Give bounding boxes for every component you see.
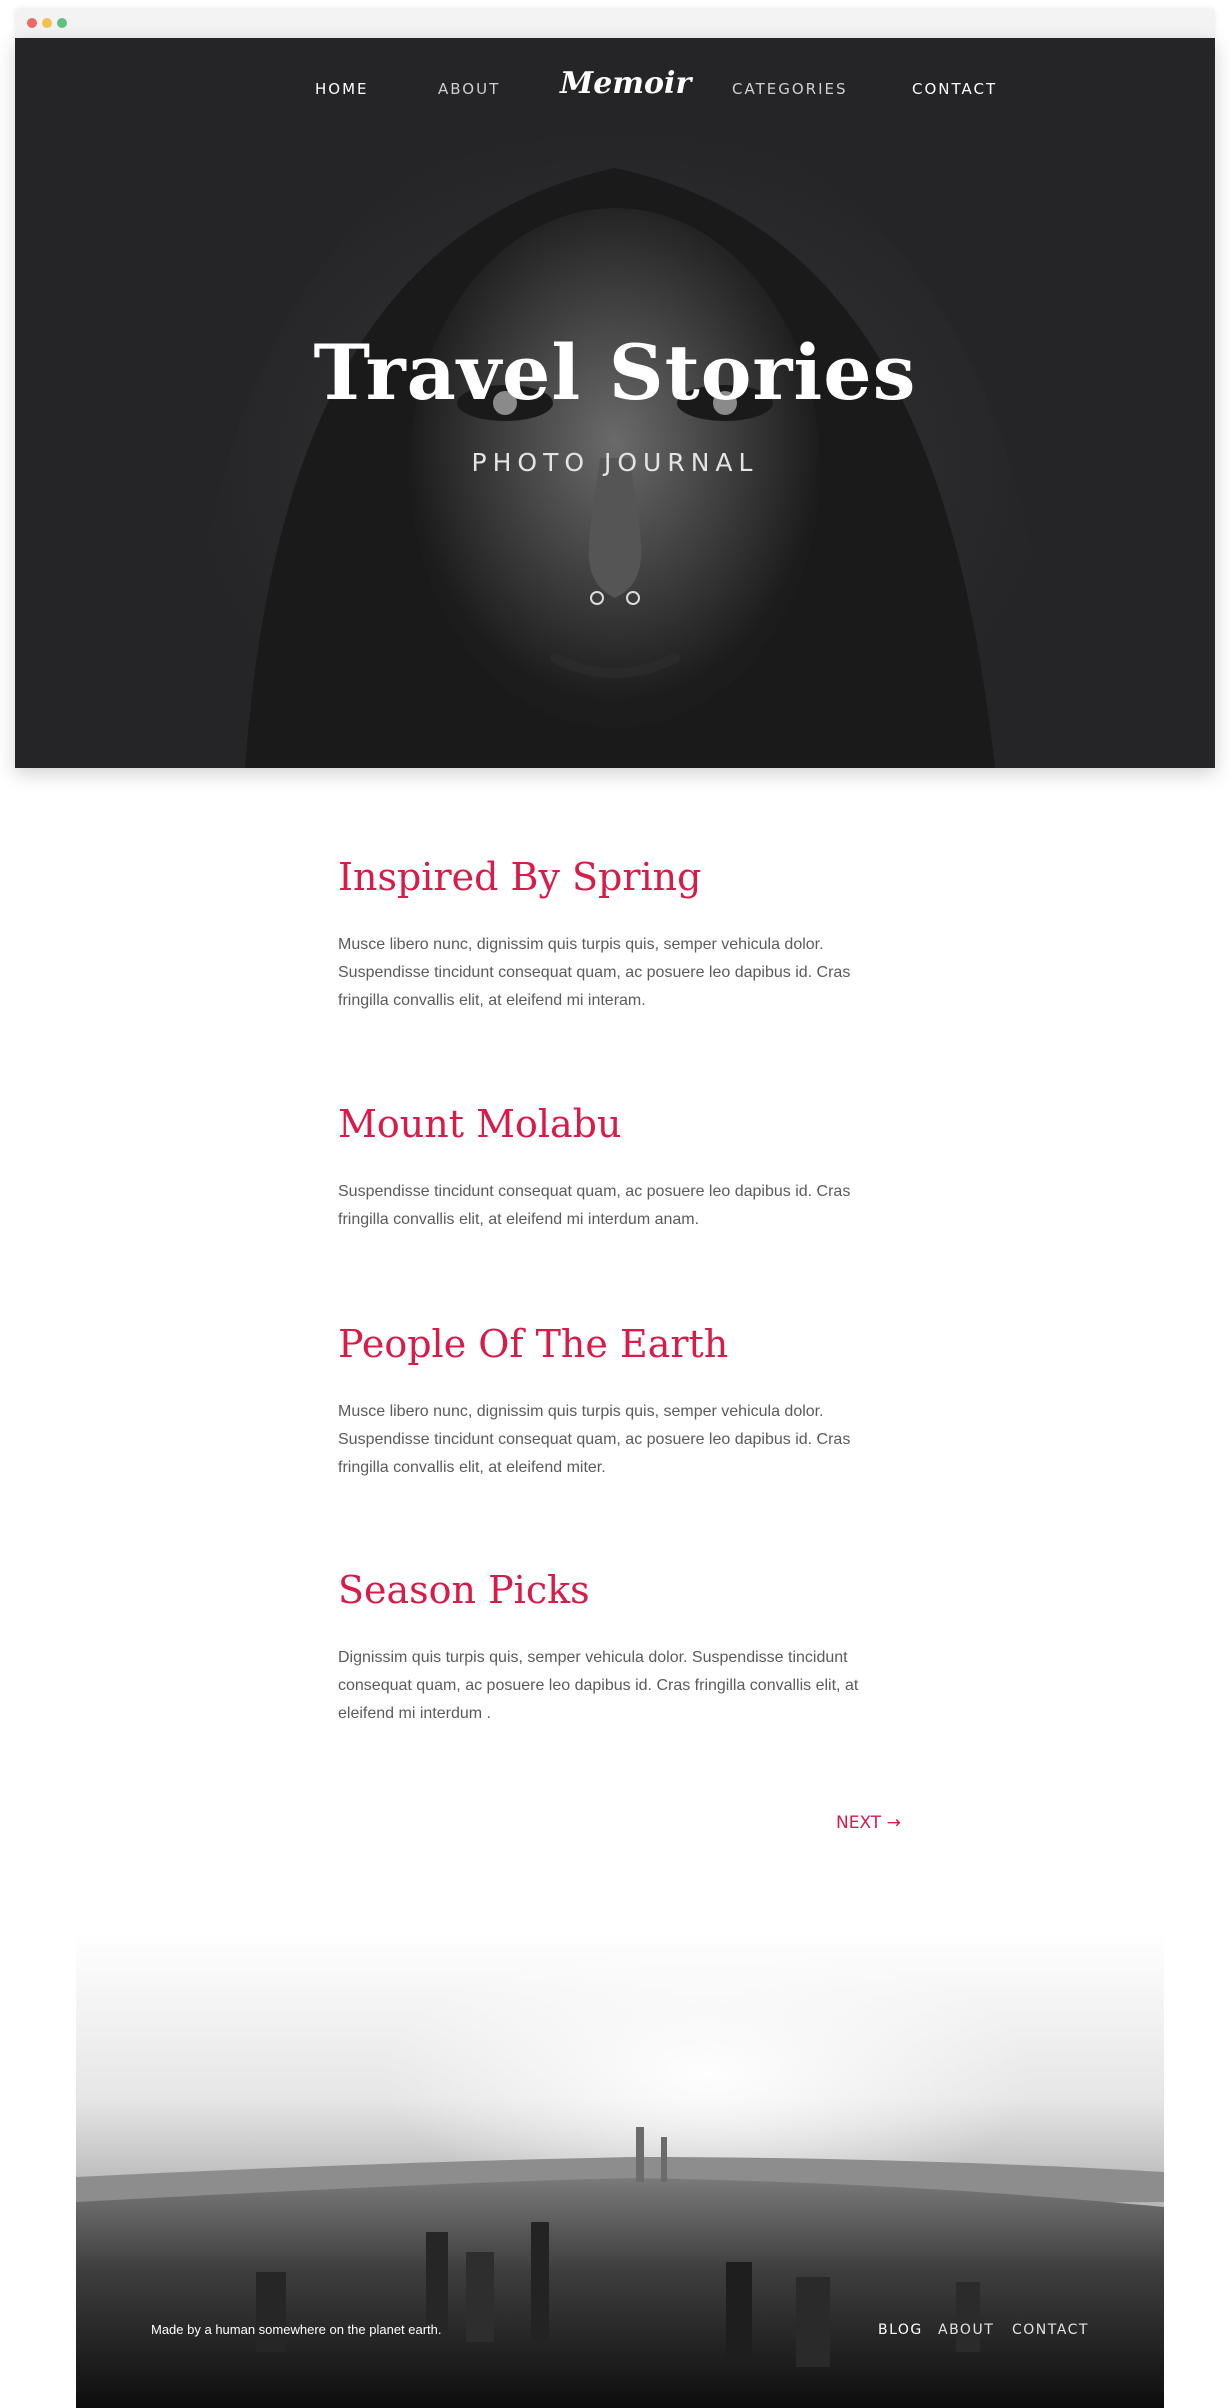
article-mount-molabu: Mount Molabu Suspendisse tincidunt conse… [338,1102,898,1234]
hero-subtitle: PHOTO JOURNAL [471,448,759,477]
nav-about-link[interactable]: ABOUT [438,80,500,98]
footer-blog-link[interactable]: BLOG [878,2322,923,2338]
footer-credit: Made by a human somewhere on the planet … [151,2322,442,2337]
article-excerpt: Suspendisse tincidunt consequat quam, ac… [338,1182,851,1228]
window-minimize-button[interactable] [42,18,52,28]
article-title[interactable]: People Of The Earth [338,1322,898,1368]
window-close-button[interactable] [27,18,37,28]
window-maximize-button[interactable] [57,18,67,28]
main-nav: HOME ABOUT Memoir CATEGORIES CONTACT [15,38,1215,138]
article-title[interactable]: Season Picks [338,1568,898,1614]
site-logo[interactable]: Memoir [560,66,691,101]
footer-contact-link[interactable]: CONTACT [1012,2322,1089,2338]
hero-title: Travel Stories [313,328,917,417]
article-title[interactable]: Inspired By Spring [338,855,898,901]
browser-chrome [15,8,1215,38]
nav-contact-link[interactable]: CONTACT [912,80,997,98]
hero-section: HOME ABOUT Memoir CATEGORIES CONTACT Tra… [15,38,1215,768]
article-excerpt: Dignissim quis turpis quis, semper vehic… [338,1648,859,1722]
next-page-link[interactable]: NEXT → [836,1813,901,1833]
article-excerpt: Musce libero nunc, dignissim quis turpis… [338,935,851,1009]
nav-home-link[interactable]: HOME [315,80,369,98]
article-title[interactable]: Mount Molabu [338,1102,898,1148]
footer-about-link[interactable]: ABOUT [938,2322,994,2338]
article-season-picks: Season Picks Dignissim quis turpis quis,… [338,1568,898,1728]
article-people-of-the-earth: People Of The Earth Musce libero nunc, d… [338,1322,898,1482]
nav-categories-link[interactable]: CATEGORIES [732,80,848,98]
article-excerpt: Musce libero nunc, dignissim quis turpis… [338,1402,851,1476]
article-inspired-by-spring: Inspired By Spring Musce libero nunc, di… [338,855,898,1015]
footer: Made by a human somewhere on the planet … [76,1932,1164,2408]
